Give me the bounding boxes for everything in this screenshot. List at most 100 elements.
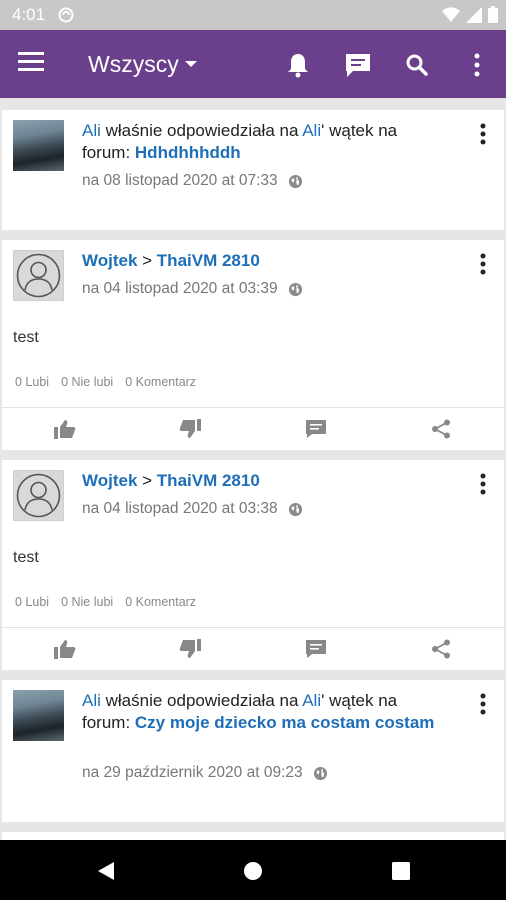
dropdown-arrow-icon [184, 61, 197, 67]
timestamp-row: na 04 listopad 2020 at 03:38 [82, 500, 303, 518]
signal-icon [466, 6, 482, 23]
comment-button[interactable] [253, 628, 379, 669]
likes-count[interactable]: 0 Lubi [15, 595, 49, 609]
back-icon [98, 862, 114, 880]
dislikes-count[interactable]: 0 Nie lubi [61, 595, 113, 609]
post-header: Wojtek > ThaiVM 2810 [82, 471, 260, 490]
post-card: Wojtek > ThaiVM 2810 na 04 listopad 2020… [2, 460, 504, 670]
comment-icon [305, 419, 326, 438]
status-time: 4:01 [12, 5, 46, 24]
target-user-link[interactable]: Ali [302, 121, 321, 140]
battery-icon [488, 6, 498, 23]
post-header: Wojtek > ThaiVM 2810 [82, 251, 260, 270]
notifications-button[interactable] [283, 50, 313, 80]
share-icon [432, 639, 451, 658]
author-link[interactable]: Wojtek [82, 251, 137, 270]
globe-icon [288, 282, 302, 296]
filter-dropdown[interactable]: Wszyscy [88, 48, 197, 80]
like-button[interactable] [2, 628, 128, 669]
user-link[interactable]: Ali [82, 121, 101, 140]
search-icon [406, 54, 428, 76]
card-menu-button[interactable] [474, 690, 492, 718]
globe-icon [313, 766, 327, 780]
more-vert-icon [480, 123, 486, 145]
activity-text: Ali właśnie odpowiedziała na Ali' wątek … [82, 121, 398, 162]
menu-button[interactable] [18, 50, 50, 78]
timestamp-row: na 08 listopad 2020 at 07:33 [82, 172, 303, 190]
user-avatar[interactable] [13, 250, 64, 301]
more-vert-icon [480, 253, 486, 275]
activity-feed: Ali właśnie odpowiedziała na Ali' wątek … [0, 98, 506, 840]
card-menu-button[interactable] [474, 250, 492, 278]
thumbs-up-icon [53, 639, 76, 659]
card-menu-button[interactable] [474, 120, 492, 148]
recipient-link[interactable]: ThaiVM 2810 [157, 471, 260, 490]
more-vert-icon [474, 53, 480, 77]
dislike-button[interactable] [128, 408, 254, 449]
activity-card [2, 832, 504, 840]
post-stats: 0 Lubi 0 Nie lubi 0 Komentarz [15, 375, 196, 389]
nav-home-button[interactable] [240, 858, 266, 884]
activity-text: Ali właśnie odpowiedziała na Ali' wątek … [82, 691, 435, 732]
like-button[interactable] [2, 408, 128, 449]
hamburger-icon [18, 52, 44, 71]
share-icon [432, 419, 451, 438]
timestamp: na 04 listopad 2020 at 03:38 [82, 500, 278, 517]
recipient-link[interactable]: ThaiVM 2810 [157, 251, 260, 270]
chat-icon [346, 54, 370, 77]
globe-icon [288, 502, 302, 516]
wifi-icon [442, 6, 460, 22]
topic-link[interactable]: Hdhdhhhddh [135, 143, 241, 162]
activity-card: Ali właśnie odpowiedziała na Ali' wątek … [2, 110, 504, 230]
overflow-menu-button[interactable] [462, 50, 492, 80]
comment-button[interactable] [253, 408, 379, 449]
user-avatar[interactable] [13, 120, 64, 171]
author-link[interactable]: Wojtek [82, 471, 137, 490]
dislikes-count[interactable]: 0 Nie lubi [61, 375, 113, 389]
messages-button[interactable] [343, 50, 373, 80]
timestamp-row: na 04 listopad 2020 at 03:39 [82, 280, 303, 298]
comment-icon [305, 639, 326, 658]
likes-count[interactable]: 0 Lubi [15, 375, 49, 389]
share-button[interactable] [379, 408, 505, 449]
nav-back-button[interactable] [93, 858, 119, 884]
thumbs-down-icon [179, 418, 202, 438]
more-vert-icon [480, 473, 486, 495]
status-bar: 4:01 [0, 0, 506, 30]
timestamp-row: na 29 październik 2020 at 09:23 [82, 764, 328, 782]
user-avatar[interactable] [13, 690, 64, 741]
share-button[interactable] [379, 628, 505, 669]
timestamp: na 29 październik 2020 at 09:23 [82, 764, 303, 781]
post-actions [2, 407, 504, 449]
activity-card: Ali właśnie odpowiedziała na Ali' wątek … [2, 680, 504, 822]
post-stats: 0 Lubi 0 Nie lubi 0 Komentarz [15, 595, 196, 609]
timestamp: na 04 listopad 2020 at 03:39 [82, 280, 278, 297]
thumbs-up-icon [53, 419, 76, 439]
status-icons [442, 6, 498, 23]
comments-count[interactable]: 0 Komentarz [125, 595, 196, 609]
post-actions [2, 627, 504, 669]
post-card: Wojtek > ThaiVM 2810 na 04 listopad 2020… [2, 240, 504, 450]
default-avatar-icon [16, 473, 61, 518]
topic-link[interactable]: Czy moje dziecko ma costam costam [135, 713, 435, 732]
user-avatar[interactable] [13, 470, 64, 521]
globe-icon [288, 174, 302, 188]
bell-icon [288, 54, 308, 78]
dislike-button[interactable] [128, 628, 254, 669]
thumbs-down-icon [179, 638, 202, 658]
user-link[interactable]: Ali [82, 691, 101, 710]
app-bar: Wszyscy [0, 30, 506, 98]
app-notification-icon [58, 7, 74, 23]
more-vert-icon [480, 693, 486, 715]
post-body: test [13, 329, 39, 346]
target-user-link[interactable]: Ali [302, 691, 321, 710]
search-button[interactable] [402, 50, 432, 80]
default-avatar-icon [16, 253, 61, 298]
post-body: test [13, 549, 39, 566]
system-nav-bar [0, 840, 506, 900]
comments-count[interactable]: 0 Komentarz [125, 375, 196, 389]
recents-icon [392, 862, 410, 880]
card-menu-button[interactable] [474, 470, 492, 498]
filter-label: Wszyscy [88, 50, 179, 77]
nav-recents-button[interactable] [388, 858, 414, 884]
